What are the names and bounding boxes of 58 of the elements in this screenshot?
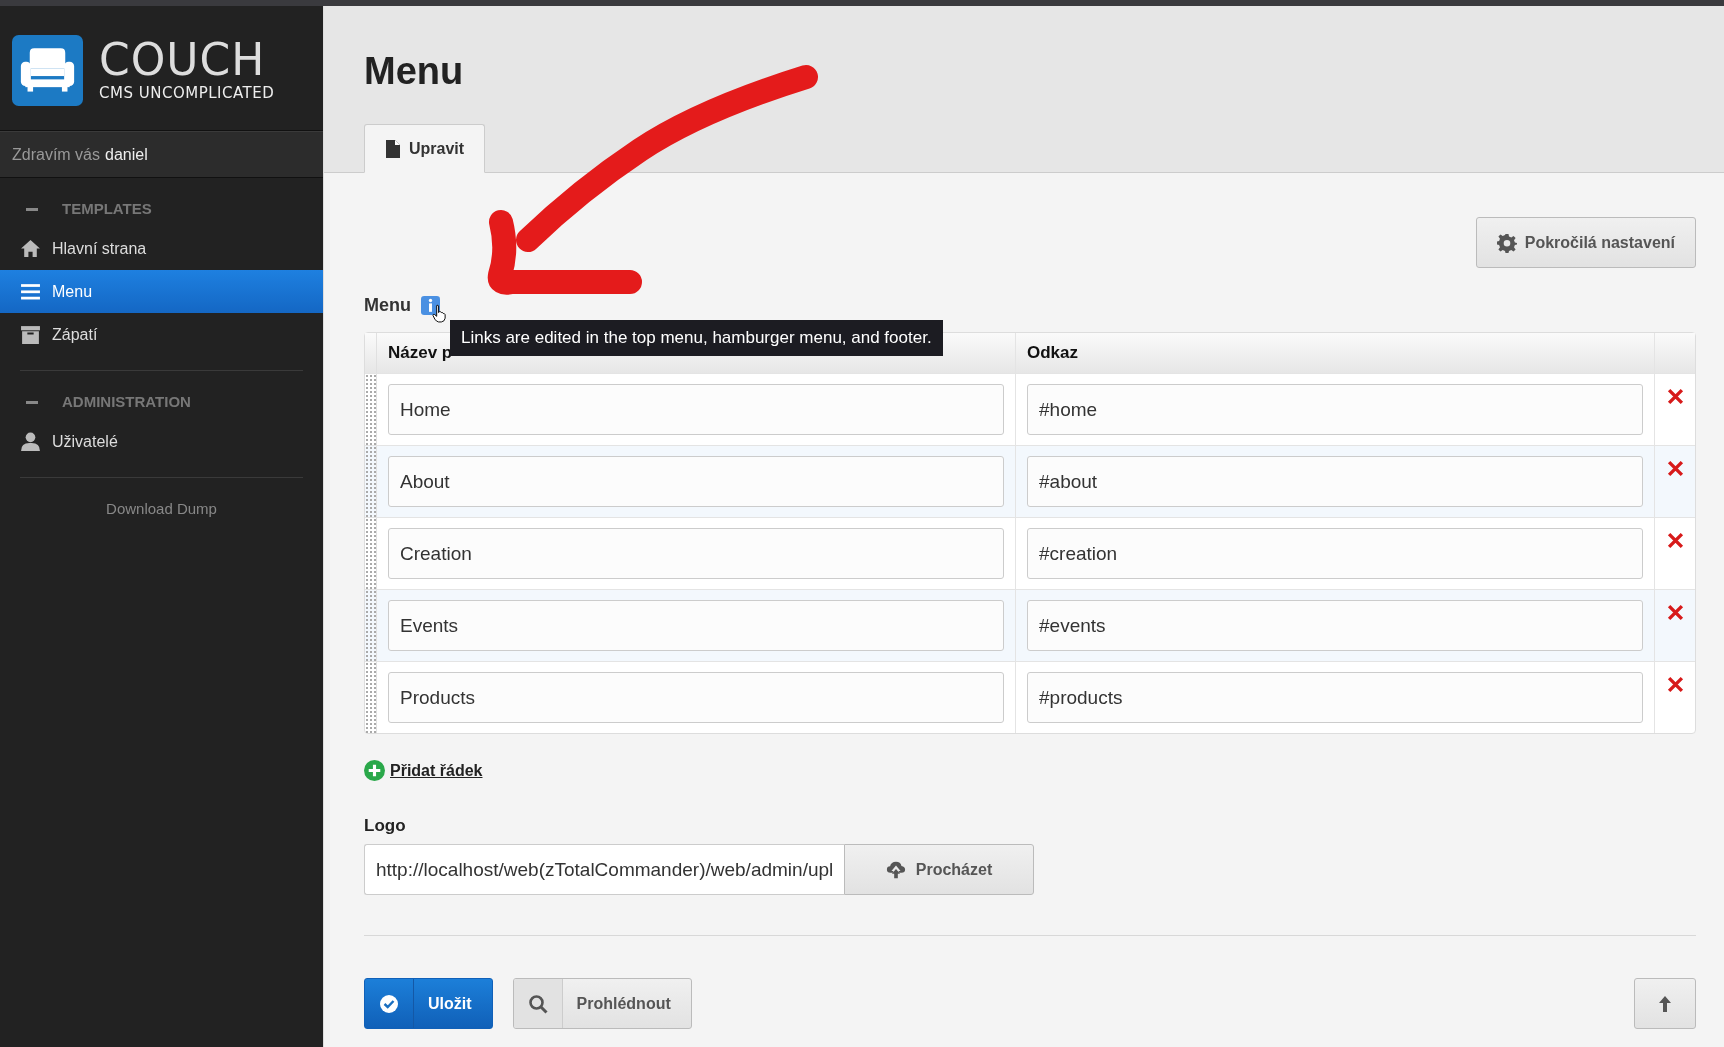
column-header: Odkaz (1016, 333, 1655, 373)
sidebar-item[interactable]: Uživatelé (0, 420, 323, 463)
input-field[interactable]: Events (388, 600, 1004, 651)
archive-box-icon (20, 324, 41, 345)
input-field[interactable]: #creation (1027, 528, 1643, 579)
page-title: Menu (364, 50, 465, 93)
input-field[interactable]: #products (1027, 672, 1643, 723)
save-button[interactable]: Uložit (364, 978, 493, 1029)
info-icon (421, 295, 440, 315)
field-label: Menu (364, 294, 411, 316)
delete-icon (1666, 676, 1684, 693)
field-label: Logo (364, 816, 407, 836)
sidebar-item[interactable]: Menu (0, 270, 323, 313)
settings-icon (1496, 232, 1517, 253)
delete-icon (1666, 460, 1684, 477)
logo-title: COUCH (99, 38, 267, 82)
tooltip: Links are edited in the top menu, hamburger menu, and footer. (450, 320, 943, 356)
input-field[interactable]: #events (1027, 600, 1643, 651)
add-row-link[interactable]: Přidat řádek (390, 761, 483, 780)
scroll-top-button[interactable] (1634, 978, 1696, 1029)
search-icon (527, 993, 548, 1014)
menu-icon (20, 281, 41, 302)
input-field[interactable]: #about (1027, 456, 1643, 507)
input-field[interactable]: Home (388, 384, 1004, 435)
drag-handle[interactable] (365, 374, 377, 445)
user-icon (20, 431, 41, 452)
advanced-settings-button[interactable]: Pokročilá nastavení (1475, 217, 1696, 268)
input-field[interactable]: #home (1027, 384, 1643, 435)
user-name: daniel (105, 145, 148, 164)
drag-handle[interactable] (365, 590, 377, 661)
add-icon (364, 760, 385, 781)
sidebar-item[interactable]: Zápatí (0, 313, 323, 356)
drag-handle[interactable] (365, 446, 377, 517)
browse-button[interactable]: Procházet (844, 844, 1034, 895)
input-field[interactable]: Products (388, 672, 1004, 723)
delete-icon (1666, 532, 1684, 549)
drag-handle[interactable] (365, 518, 377, 589)
delete-icon (1666, 604, 1684, 621)
sidebar-item[interactable]: Hlavní strana (0, 227, 323, 270)
document-icon (385, 138, 401, 159)
download-link[interactable]: Download Dump (0, 500, 323, 517)
tab[interactable]: Upravit (364, 124, 486, 173)
house-icon (20, 238, 41, 259)
drag-handle[interactable] (365, 662, 377, 733)
input-field[interactable]: Creation (388, 528, 1004, 579)
hand-pointer-icon (432, 304, 447, 323)
cloud-upload-icon (885, 859, 906, 880)
section-heading: TEMPLATES (62, 200, 152, 217)
armchair-logo-icon (12, 34, 83, 106)
check-icon (379, 993, 399, 1014)
logo-subtitle: CMS UNCOMPLICATED (99, 84, 275, 102)
greeting-text: Zdravím vás (12, 145, 100, 164)
input-field[interactable]: http://localhost/web(zTotalCommander)/web/admin/upl (364, 844, 844, 895)
preview-button[interactable]: Prohlédnout (512, 978, 692, 1029)
arrow-up-icon (1658, 994, 1672, 1013)
delete-icon (1666, 388, 1684, 405)
section-heading: ADMINISTRATION (62, 393, 191, 410)
input-field[interactable]: About (388, 456, 1004, 507)
